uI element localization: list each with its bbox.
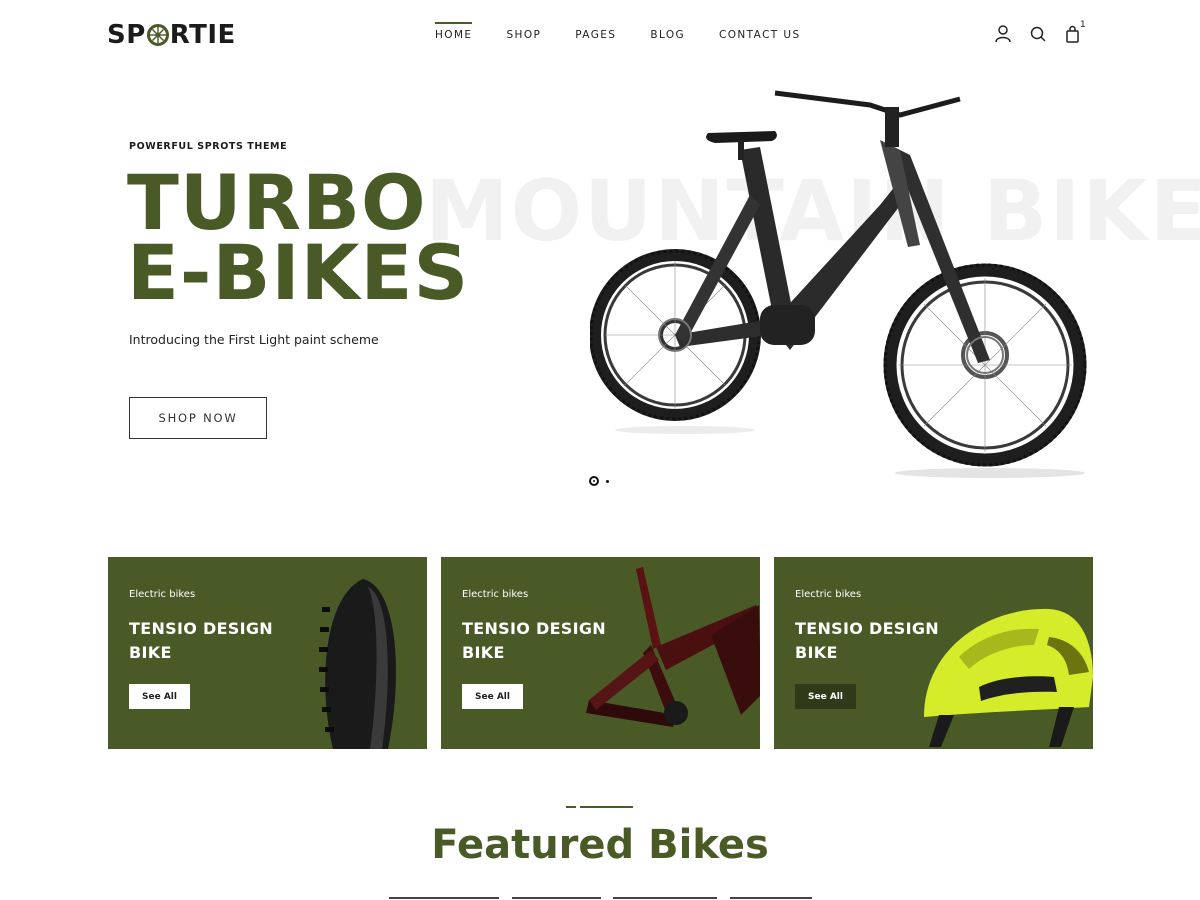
featured-divider-long bbox=[580, 806, 633, 808]
mountain-bike-image bbox=[590, 90, 1087, 478]
header-actions bbox=[994, 24, 1082, 44]
slider-dots bbox=[589, 476, 609, 486]
featured-tab-3[interactable] bbox=[613, 897, 717, 899]
card-category: Electric bikes bbox=[129, 589, 196, 600]
featured-tab-4[interactable] bbox=[730, 897, 812, 899]
shop-now-button[interactable]: SHOP NOW bbox=[129, 397, 267, 439]
nav-shop[interactable]: SHOP bbox=[506, 29, 541, 41]
nav-home[interactable]: HOME bbox=[435, 22, 473, 41]
nav-contact-us[interactable]: CONTACT US bbox=[719, 29, 800, 41]
logo-text-start: SP bbox=[107, 20, 146, 50]
card-category: Electric bikes bbox=[462, 589, 529, 600]
wheel-logo-icon bbox=[146, 24, 169, 46]
hero-description: Introducing the First Light paint scheme bbox=[129, 332, 379, 347]
hero-title-line2: E-BIKES bbox=[127, 228, 470, 317]
category-card-tire[interactable]: Electric bikes TENSIO DESIGN BIKE See Al… bbox=[108, 557, 427, 749]
user-icon[interactable] bbox=[994, 24, 1012, 44]
featured-divider-short bbox=[566, 806, 576, 808]
card-category: Electric bikes bbox=[795, 589, 862, 600]
bike-frame-image bbox=[586, 567, 760, 727]
card-title-line2: BIKE bbox=[129, 643, 172, 662]
hero-title: TURBO E-BIKES bbox=[127, 165, 470, 317]
search-icon[interactable] bbox=[1029, 24, 1047, 44]
nav-pages[interactable]: PAGES bbox=[575, 29, 616, 41]
card-title: TENSIO DESIGN BIKE bbox=[129, 617, 279, 665]
featured-tab-2[interactable] bbox=[512, 897, 601, 899]
see-all-button[interactable]: See All bbox=[795, 684, 856, 709]
site-header: SP RTIE HOME SHOP PAGES BLOG CONTACT US bbox=[0, 0, 1200, 70]
card-title-line1: TENSIO DESIGN bbox=[129, 619, 273, 638]
featured-tab-1[interactable] bbox=[389, 897, 499, 899]
slider-dot-1[interactable] bbox=[589, 476, 599, 486]
logo[interactable]: SP RTIE bbox=[107, 20, 236, 50]
cart-count-badge: 1 bbox=[1080, 20, 1086, 30]
hero-subtitle: POWERFUL SPROTS THEME bbox=[129, 141, 288, 152]
helmet-image bbox=[924, 608, 1093, 747]
tire-image bbox=[319, 579, 396, 749]
slider-dot-2[interactable] bbox=[606, 479, 609, 483]
main-nav: HOME SHOP PAGES BLOG CONTACT US bbox=[435, 22, 835, 41]
category-card-frame[interactable]: Electric bikes TENSIO DESIGN BIKE See Al… bbox=[441, 557, 760, 749]
featured-title: Featured Bikes bbox=[431, 822, 769, 868]
logo-text-end: RTIE bbox=[169, 20, 236, 50]
nav-blog[interactable]: BLOG bbox=[650, 29, 685, 41]
see-all-button[interactable]: See All bbox=[129, 684, 190, 709]
see-all-button[interactable]: See All bbox=[462, 684, 523, 709]
category-card-helmet[interactable]: Electric bikes TENSIO DESIGN BIKE See Al… bbox=[774, 557, 1093, 749]
